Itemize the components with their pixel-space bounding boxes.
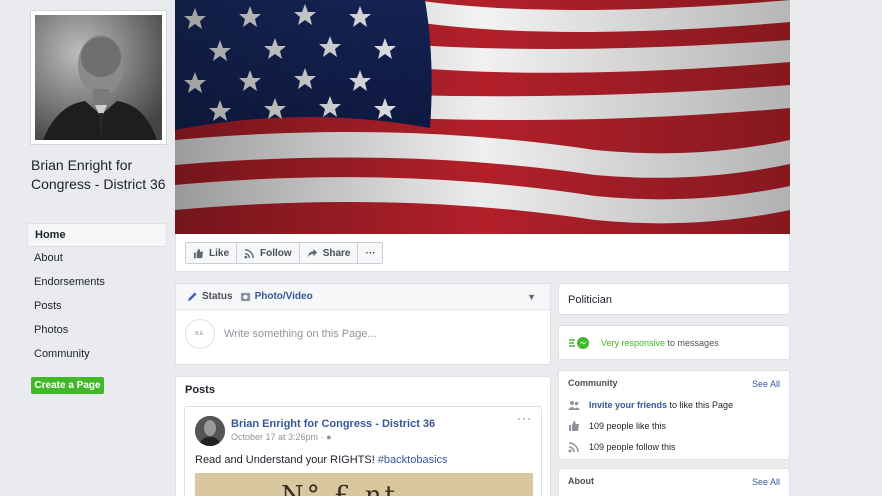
posts-heading: Posts — [185, 384, 215, 396]
likes-count: 109 people like this — [589, 421, 667, 431]
responsive-label: Very responsive — [601, 338, 666, 348]
tab-status[interactable]: Status — [187, 291, 233, 302]
globe-icon: ● — [326, 432, 332, 442]
share-arrow-icon — [307, 248, 317, 257]
more-options-button[interactable]: ··· — [357, 242, 384, 264]
rss-icon — [244, 248, 254, 259]
page-action-bar: Like Follow Share ··· — [175, 234, 790, 272]
responsive-suffix: to messages — [665, 338, 719, 348]
responsiveness-text: Very responsive to messages — [601, 338, 719, 348]
invite-suffix: to like this Page — [667, 400, 734, 410]
profile-picture[interactable] — [30, 10, 167, 145]
invite-friends-link[interactable]: Invite your friends — [589, 400, 667, 410]
follow-label: Follow — [260, 247, 292, 259]
follow-button[interactable]: Follow — [236, 242, 300, 264]
post-text: Read and Understand your RIGHTS! — [195, 454, 378, 466]
responsiveness-card: Very responsive to messages — [558, 325, 790, 360]
about-heading: About — [568, 476, 594, 486]
community-heading: Community — [568, 378, 618, 388]
tab-photo-video[interactable]: Photo/Video — [240, 291, 313, 302]
post-body: Read and Understand your RIGHTS! #backto… — [195, 454, 448, 466]
post-hashtag[interactable]: #backtobasics — [378, 454, 448, 466]
nav-item-home[interactable]: Home — [27, 223, 167, 247]
nav-item-endorsements[interactable]: Endorsements — [27, 271, 167, 295]
camera-icon — [240, 292, 250, 302]
friends-icon — [568, 401, 580, 410]
about-see-all-link[interactable]: See All — [752, 477, 780, 487]
community-see-all-link[interactable]: See All — [752, 379, 780, 389]
post-options-button[interactable]: ··· — [517, 411, 532, 425]
rss-icon — [568, 442, 579, 453]
tab-photo-label: Photo/Video — [254, 291, 313, 302]
tab-status-label: Status — [202, 291, 233, 302]
pencil-icon — [187, 292, 197, 302]
composer-avatar: B.E. — [185, 319, 215, 349]
share-button[interactable]: Share — [298, 242, 359, 264]
about-card: About See All — [558, 468, 790, 496]
american-flag-image — [175, 0, 790, 234]
like-button[interactable]: Like — [185, 242, 238, 264]
post-card: Brian Enright for Congress - District 36… — [184, 406, 542, 496]
post-composer: Status Photo/Video ▼ B.E. Write somethin… — [175, 283, 551, 365]
more-dots-icon: ··· — [365, 247, 376, 259]
post-time-text: October 17 at 3:26pm · — [231, 432, 324, 442]
nav-item-photos[interactable]: Photos — [27, 319, 167, 343]
category-card: Politician — [558, 283, 790, 315]
post-author-avatar[interactable] — [195, 416, 225, 446]
post-timestamp[interactable]: October 17 at 3:26pm · ● — [231, 432, 332, 442]
page-title: Brian Enright for Congress - District 36 — [31, 157, 166, 192]
post-image-text: N° £ nt — [281, 481, 399, 496]
thumbs-up-icon — [193, 248, 204, 258]
invite-friends-row: Invite your friends to like this Page — [568, 399, 733, 411]
cover-photo[interactable] — [175, 0, 790, 234]
share-label: Share — [322, 247, 351, 259]
posts-section: Posts Brian Enright for Congress - Distr… — [175, 376, 551, 496]
thumbs-up-icon — [569, 421, 579, 431]
messenger-icon — [569, 337, 589, 349]
nav-item-posts[interactable]: Posts — [27, 295, 167, 319]
nav-item-community[interactable]: Community — [27, 343, 167, 367]
post-author-link[interactable]: Brian Enright for Congress - District 36 — [231, 418, 435, 430]
action-button-group: Like Follow Share ··· — [185, 242, 384, 264]
composer-caret-icon[interactable]: ▼ — [527, 292, 536, 302]
community-card: Community See All Invite your friends to… — [558, 370, 790, 460]
post-image[interactable]: N° £ nt — [195, 473, 533, 496]
follows-count: 109 people follow this — [589, 442, 676, 452]
create-page-button[interactable]: Create a Page — [31, 377, 104, 394]
nav-item-about[interactable]: About — [27, 247, 167, 271]
page-category[interactable]: Politician — [568, 294, 612, 306]
composer-input[interactable]: Write something on this Page... — [224, 328, 377, 340]
likes-row: 109 people like this — [568, 420, 666, 432]
like-label: Like — [209, 247, 230, 259]
composer-tabs: Status Photo/Video ▼ — [176, 284, 550, 310]
profile-photo — [35, 15, 162, 140]
follows-row: 109 people follow this — [568, 441, 676, 453]
page-nav: Home About Endorsements Posts Photos Com… — [27, 223, 167, 367]
author-photo — [195, 416, 225, 446]
